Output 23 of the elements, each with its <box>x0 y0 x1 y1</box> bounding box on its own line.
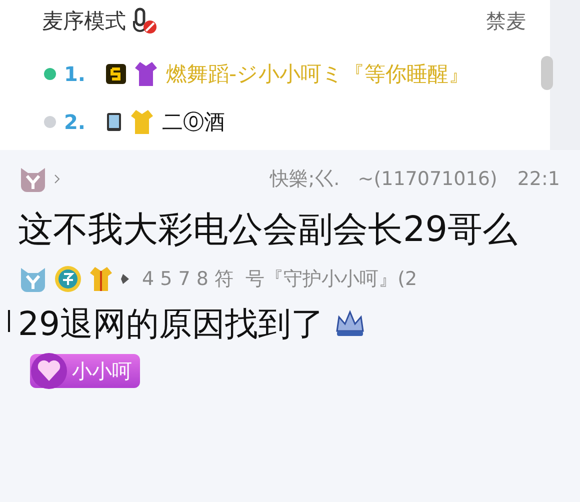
mode-title: 麦序模式 <box>42 8 126 35</box>
level-badge-icon <box>106 64 126 84</box>
sender-name[interactable]: 快樂;巜. ~(117071016) <box>270 166 498 192</box>
message-time: 22:1 <box>517 168 560 190</box>
ban-mic-button[interactable]: 禁麦 <box>486 8 526 34</box>
vest-icon <box>88 265 114 293</box>
queue-number: 1. <box>64 62 87 86</box>
fan-badge: 小小呵 <box>30 354 140 388</box>
chevron-icon <box>54 174 60 184</box>
crown-icon <box>334 309 366 339</box>
text-cursor <box>8 310 10 332</box>
scrollbar-thumb[interactable] <box>541 56 553 90</box>
queue-number: 2. <box>64 110 87 134</box>
member-name[interactable]: 燃舞蹈-ジ小小呵ミ『等你睡醒』 <box>166 60 470 88</box>
medal-icon <box>54 265 82 293</box>
message-text: 29退网的原因找到了 <box>18 303 324 345</box>
vest-icon <box>134 60 158 88</box>
member-name[interactable]: 二⓪酒 <box>162 108 225 136</box>
mic-muted-icon <box>132 7 158 35</box>
sender-name[interactable]: 4 5 7 8 符 号『守护小小呵』(2 <box>142 266 418 292</box>
phone-icon <box>106 112 122 132</box>
message-text: 这不我大彩电公会副会长29哥么 <box>18 209 518 252</box>
vest-icon <box>130 108 154 136</box>
